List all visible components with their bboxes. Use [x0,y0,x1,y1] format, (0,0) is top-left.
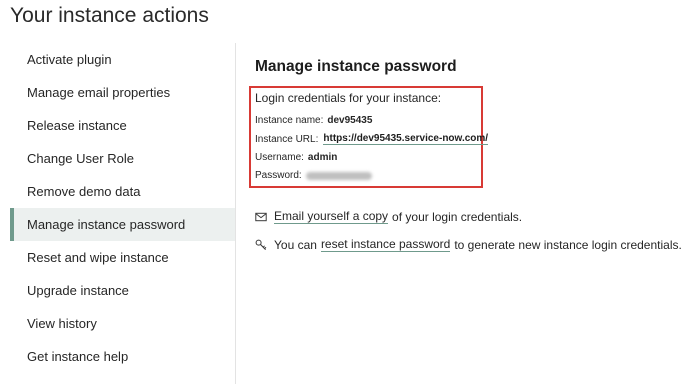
instance-url-link[interactable]: https://dev95435.service-now.com/ [323,133,489,145]
reset-password-line: You can reset instance password to gener… [255,237,682,252]
sidebar-item-get-instance-help[interactable]: Get instance help [10,340,235,373]
sidebar-item-label: Release instance [27,118,127,133]
instance-url-label: Instance URL: [255,133,319,145]
reset-prefix: You can [274,237,317,252]
username-value: admin [307,152,338,163]
reset-password-link[interactable]: reset instance password [320,237,451,252]
sidebar-item-remove-demo-data[interactable]: Remove demo data [10,175,235,208]
sidebar-item-manage-instance-password[interactable]: Manage instance password [10,208,235,241]
username-label: Username: [255,152,304,163]
sidebar-item-label: Manage instance password [27,217,186,232]
sidebar-item-reset-and-wipe-instance[interactable]: Reset and wipe instance [10,241,235,274]
instance-name-value: dev95435 [327,115,373,126]
email-copy-link[interactable]: Email yourself a copy [274,209,389,224]
sidebar-item-change-user-role[interactable]: Change User Role [10,142,235,175]
sidebar-item-activate-plugin[interactable]: Activate plugin [10,43,235,76]
credentials-intro: Login credentials for your instance: [255,91,442,105]
sidebar-item-release-instance[interactable]: Release instance [10,109,235,142]
email-copy-rest: of your login credentials. [392,209,523,224]
sidebar-item-label: Change User Role [27,151,134,166]
sidebar-nav: Activate plugin Manage email properties … [10,43,235,384]
key-icon [255,239,267,251]
page-title: Your instance actions [10,4,209,27]
instance-url-row: Instance URL: https://dev95435.service-n… [255,133,489,145]
sidebar-item-label: Get instance help [27,349,129,364]
sidebar-item-label: View history [27,316,97,331]
instance-name-row: Instance name: dev95435 [255,115,372,126]
sidebar-item-manage-email-properties[interactable]: Manage email properties [10,76,235,109]
email-credentials-line: Email yourself a copy of your login cred… [255,209,522,224]
password-row: Password: [255,170,372,181]
sidebar-item-label: Reset and wipe instance [27,250,169,265]
sidebar-item-upgrade-instance[interactable]: Upgrade instance [10,274,235,307]
password-label: Password: [255,170,302,181]
password-redacted-value [305,171,372,180]
sidebar-item-label: Manage email properties [27,85,171,100]
instance-name-label: Instance name: [255,115,324,126]
username-row: Username: admin [255,152,337,163]
envelope-icon [255,211,267,223]
sidebar-item-label: Activate plugin [27,52,112,67]
reset-rest: to generate new instance login credentia… [454,237,682,252]
section-heading: Manage instance password [255,58,457,75]
sidebar-item-label: Upgrade instance [27,283,129,298]
sidebar-item-label: Remove demo data [27,184,141,199]
sidebar-divider [235,43,236,384]
sidebar-item-view-history[interactable]: View history [10,307,235,340]
